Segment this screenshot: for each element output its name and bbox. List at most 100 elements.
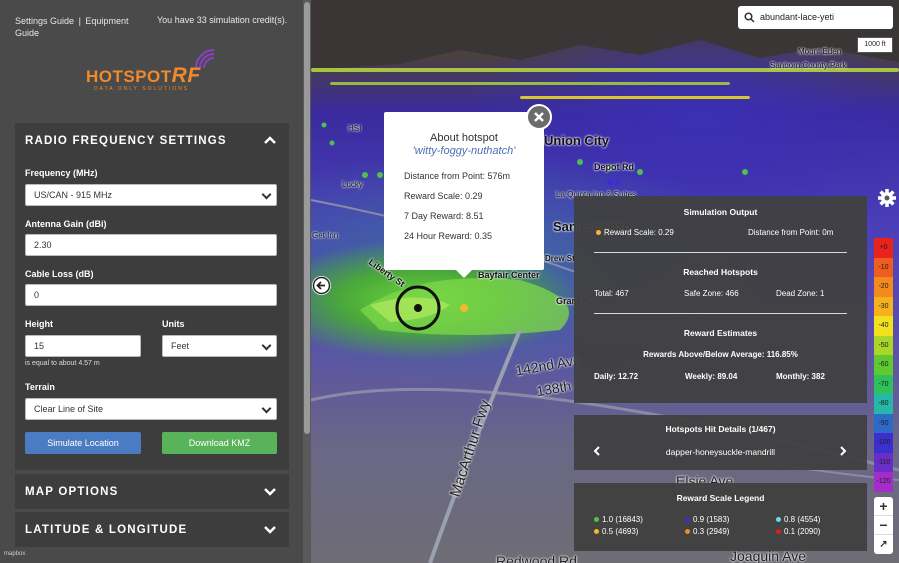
db-scale-cell: -70 xyxy=(874,374,893,394)
hotspot-hit-name: dapper-honeysuckle-mandrill xyxy=(665,447,776,457)
legend-item: 0.9 (1583) xyxy=(685,515,729,524)
lat-long-section[interactable]: LATITUDE & LONGITUDE xyxy=(15,512,289,547)
db-scale-cell: -10 xyxy=(874,257,893,277)
legend-label: 0.1 (2090) xyxy=(784,527,821,536)
hotspot-popup: About hotspot 'witty-foggy-nuthatch' Dis… xyxy=(384,112,544,278)
legend-dot xyxy=(776,529,781,534)
section-title[interactable]: MAP OPTIONS xyxy=(25,486,119,498)
antenna-gain-label: Antenna Gain (dBi) xyxy=(25,219,107,229)
chevron-down-icon[interactable] xyxy=(263,522,277,536)
section-title[interactable]: RADIO FREQUENCY SETTINGS xyxy=(25,135,227,147)
divider xyxy=(594,252,847,253)
height-hint: is equal to about 4.57 m xyxy=(25,360,100,367)
close-icon xyxy=(534,112,544,122)
logo-tagline: DATA ONLY SOLUTIONS xyxy=(94,86,190,92)
simulate-location-button[interactable]: Simulate Location xyxy=(25,432,141,454)
sim-distance: Distance from Point: 0m xyxy=(748,228,834,237)
zoom-in-button[interactable]: + xyxy=(874,497,893,516)
popup-reward-scale: Reward Scale: 0.29 xyxy=(404,191,483,201)
legend-dot xyxy=(776,517,781,522)
search-box[interactable]: abundant-lace-yeti xyxy=(738,6,893,29)
reward-legend-panel: Reward Scale Legend 1.0 (16843) 0.9 (158… xyxy=(574,483,867,551)
scrollbar-thumb[interactable] xyxy=(304,2,310,434)
frequency-select[interactable]: US/CAN - 915 MHz xyxy=(25,184,277,206)
above-below-average: Rewards Above/Below Average: 116.85% xyxy=(643,350,798,359)
collapse-panel-button[interactable] xyxy=(312,276,331,295)
settings-panel: Settings Guide | Equipment Guide You hav… xyxy=(0,0,311,563)
section-title[interactable]: LATITUDE & LONGITUDE xyxy=(25,524,187,536)
close-popup-button[interactable] xyxy=(526,104,552,130)
popup-hotspot-name: 'witty-foggy-nuthatch' xyxy=(412,145,516,157)
reached-dead: Dead Zone: 1 xyxy=(776,289,825,298)
legend-label: 0.3 (2949) xyxy=(693,527,730,536)
legend-item: 1.0 (16843) xyxy=(594,515,643,524)
legend-label: 0.8 (4554) xyxy=(784,515,821,524)
map-label: Sanborn County Park xyxy=(770,61,847,70)
search-input[interactable]: abundant-lace-yeti xyxy=(760,12,834,22)
db-scale-cell: -100 xyxy=(874,433,893,453)
legend-label: 0.5 (4693) xyxy=(602,527,639,536)
popup-distance: Distance from Point: 576m xyxy=(404,171,511,181)
units-select[interactable]: Feet xyxy=(162,335,277,357)
map-label: Get Inn xyxy=(312,231,339,240)
legend-item: 0.8 (4554) xyxy=(776,515,820,524)
gear-icon[interactable] xyxy=(877,188,897,208)
hotspotrf-logo: HOTSPOTRF DATA ONLY SOLUTIONS xyxy=(86,48,226,94)
db-scale-cell: -60 xyxy=(874,355,893,375)
db-scale-cell: -30 xyxy=(874,296,893,316)
reached-title: Reached Hotspots xyxy=(683,267,758,277)
map-label: Union City xyxy=(544,133,609,148)
frequency-label: Frequency (MHz) xyxy=(25,168,98,178)
antenna-gain-input[interactable]: 2.30 xyxy=(25,234,277,256)
logo-rf: RF xyxy=(171,64,201,87)
map-label: Lucky xyxy=(342,180,363,189)
chevron-right-icon[interactable] xyxy=(839,446,847,456)
mapbox-attribution[interactable]: mapbox xyxy=(4,551,25,557)
logo-text: HOTSPOT xyxy=(86,67,172,86)
db-scale-cell: -120 xyxy=(874,472,893,492)
settings-guide-link[interactable]: Settings Guide xyxy=(15,16,74,26)
weekly-reward: Weekly: 89.04 xyxy=(685,372,738,381)
credits-text: You have 33 simulation credit(s). xyxy=(157,15,288,25)
signal-strength-legend: +0 -10 -20 -30 -40 -50 -60 -70 -80 -90 -100 -110 -12… xyxy=(874,238,893,492)
map-label: Depot Rd xyxy=(594,162,634,172)
scale-bar: 1000 ft xyxy=(857,37,893,53)
cable-loss-label: Cable Loss (dB) xyxy=(25,269,94,279)
db-scale-cell: +0 xyxy=(874,238,893,258)
legend-dot xyxy=(594,517,599,522)
db-scale-cell: -50 xyxy=(874,335,893,355)
arrow-left-icon xyxy=(312,276,331,295)
legend-label: 1.0 (16843) xyxy=(602,515,643,524)
rf-settings-section: RADIO FREQUENCY SETTINGS Frequency (MHz)… xyxy=(15,123,289,470)
terrain-label: Terrain xyxy=(25,382,55,392)
simulation-title: Simulation Output xyxy=(683,207,758,217)
chevron-down-icon[interactable] xyxy=(263,484,277,498)
compass-button[interactable]: ↗ xyxy=(874,535,893,554)
legend-item: 0.3 (2949) xyxy=(685,527,729,536)
db-scale-cell: -20 xyxy=(874,277,893,297)
cable-loss-input[interactable]: 0 xyxy=(25,284,277,306)
download-kmz-button[interactable]: Download KMZ xyxy=(162,432,277,454)
popup-tip xyxy=(454,268,474,278)
height-input[interactable]: 15 xyxy=(25,335,141,357)
terrain-select[interactable]: Clear Line of Site xyxy=(25,398,277,420)
popup-7day-reward: 7 Day Reward: 8.51 xyxy=(404,211,484,221)
db-scale-cell: -90 xyxy=(874,413,893,433)
reached-total: Total: 467 xyxy=(594,289,629,298)
map-options-section[interactable]: MAP OPTIONS xyxy=(15,474,289,509)
legend-title: Reward Scale Legend xyxy=(676,493,765,503)
zoom-out-button[interactable]: − xyxy=(874,516,893,535)
estimates-title: Reward Estimates xyxy=(683,328,758,338)
hotspots-hit-panel: Hotspots Hit Details (1/467) dapper-hone… xyxy=(574,415,867,470)
sim-reward-scale: Reward Scale: 0.29 xyxy=(596,228,674,237)
sim-reward-scale-text: Reward Scale: 0.29 xyxy=(604,228,674,237)
popup-24h-reward: 24 Hour Reward: 0.35 xyxy=(404,231,493,241)
legend-dot xyxy=(685,517,690,522)
chevron-up-icon[interactable] xyxy=(263,133,277,147)
map-label: Mount Eden xyxy=(798,47,842,56)
map-label: Bayfair Center xyxy=(478,270,540,280)
units-label: Units xyxy=(162,319,185,329)
map-label: Drew St xyxy=(545,254,575,263)
monthly-reward: Monthly: 382 xyxy=(776,372,825,381)
panel-scrollbar[interactable] xyxy=(303,0,311,563)
